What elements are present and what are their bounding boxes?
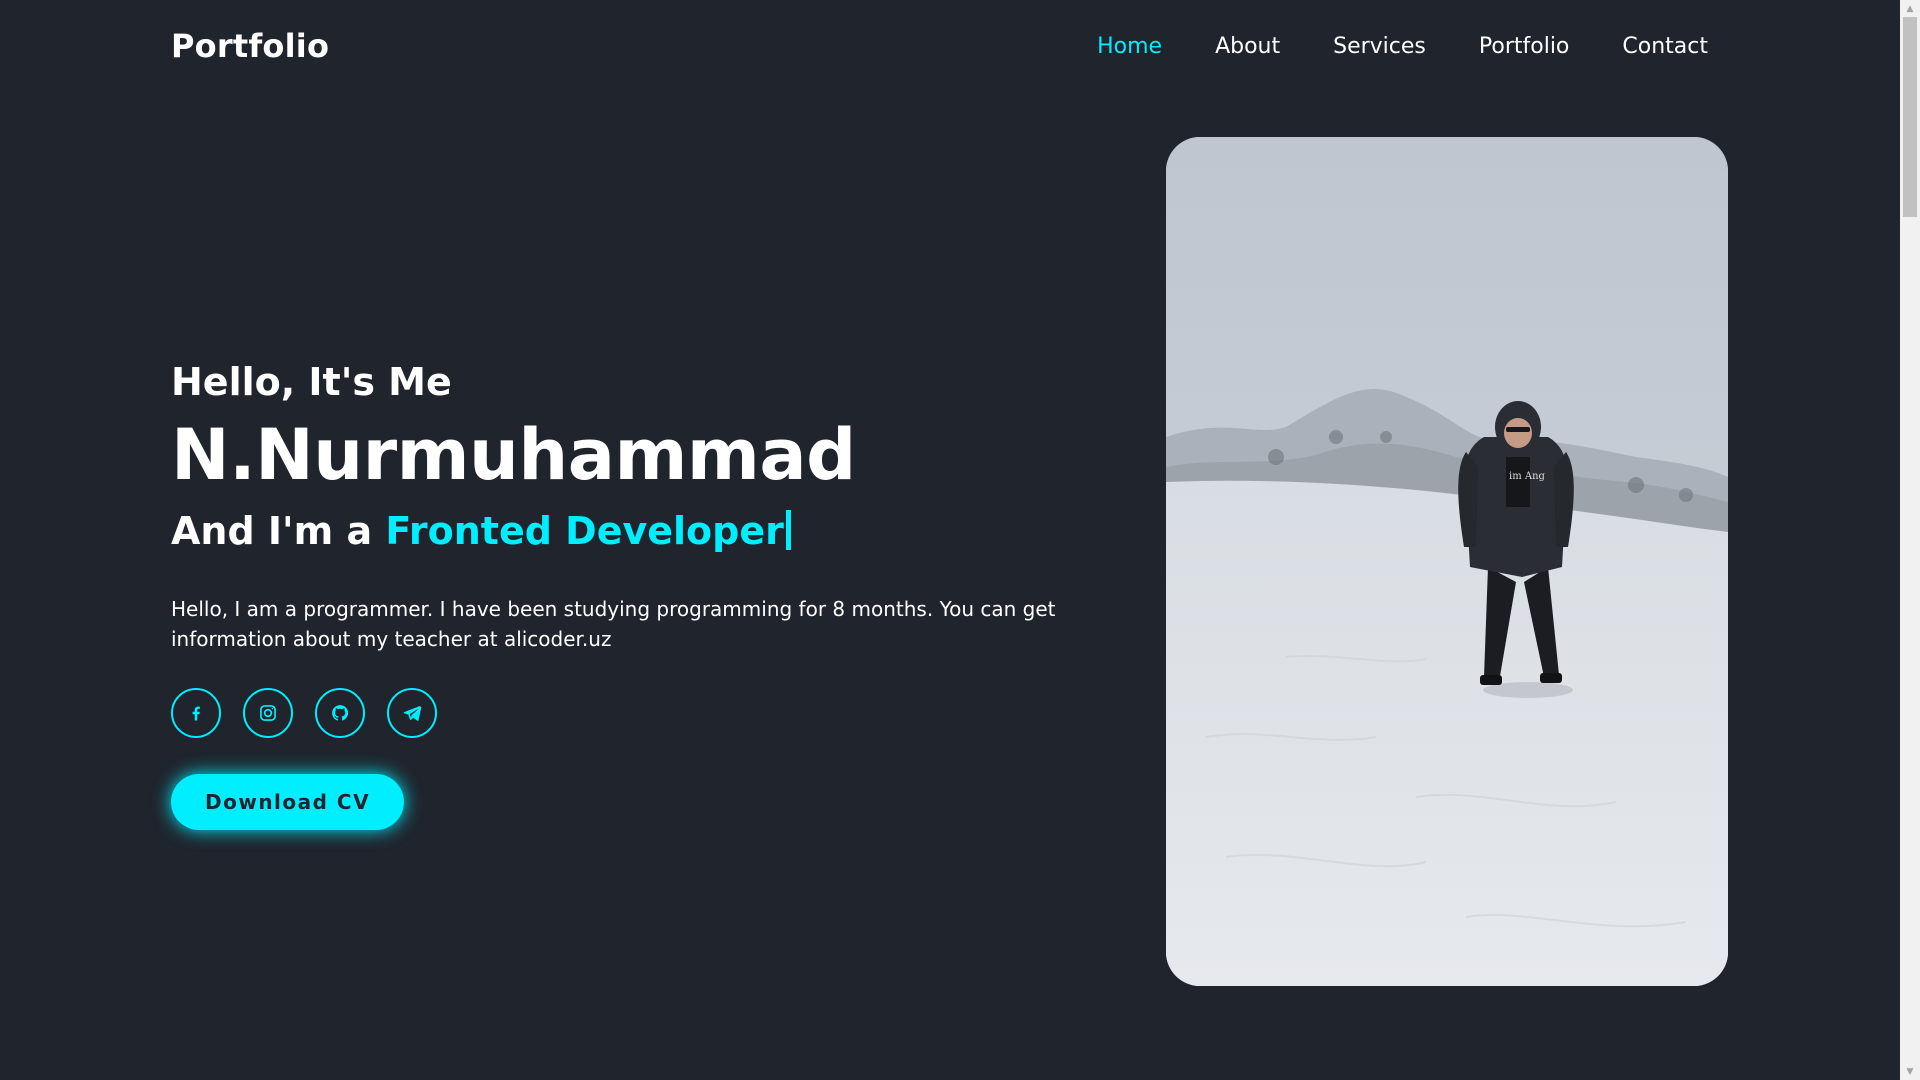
github-icon[interactable] [315, 688, 365, 738]
instagram-icon[interactable] [243, 688, 293, 738]
facebook-icon[interactable] [171, 688, 221, 738]
nav-contact[interactable]: Contact [1622, 34, 1708, 59]
page-scrollbar[interactable]: ▲ ▼ [1900, 0, 1920, 1080]
page: Portfolio Home About Services Portfolio … [0, 0, 1920, 1080]
hero-greeting: Hello, It's Me [171, 360, 452, 404]
scroll-down-icon[interactable]: ▼ [1900, 1063, 1920, 1080]
role-prefix: And I'm a [171, 509, 386, 553]
nav-portfolio[interactable]: Portfolio [1479, 34, 1570, 59]
typing-cursor [785, 510, 791, 550]
site-header: Portfolio Home About Services Portfolio … [0, 0, 1900, 96]
scroll-thumb[interactable] [1903, 17, 1917, 217]
logo[interactable]: Portfolio [171, 27, 329, 65]
main-nav: Home About Services Portfolio Contact [1044, 34, 1708, 59]
nav-about[interactable]: About [1215, 34, 1280, 59]
download-cv-button[interactable]: Download CV [171, 774, 405, 830]
nav-services[interactable]: Services [1333, 34, 1426, 59]
shirt-text: im Ang [1509, 471, 1546, 482]
hero-role: And I'm a Fronted Developer [171, 500, 1071, 562]
nav-home[interactable]: Home [1097, 34, 1162, 59]
hero-section: Hello, It's Me N.Nurmuhammad And I'm a F… [171, 356, 1071, 830]
role-highlight: Fronted Developer [385, 509, 784, 553]
profile-photo: im Ang [1166, 137, 1728, 986]
social-links [171, 688, 1071, 738]
hero-name: N.Nurmuhammad [171, 414, 856, 496]
hero-description: Hello, I am a programmer. I have been st… [171, 597, 1056, 651]
telegram-icon[interactable] [387, 688, 437, 738]
scroll-up-icon[interactable]: ▲ [1900, 0, 1920, 17]
